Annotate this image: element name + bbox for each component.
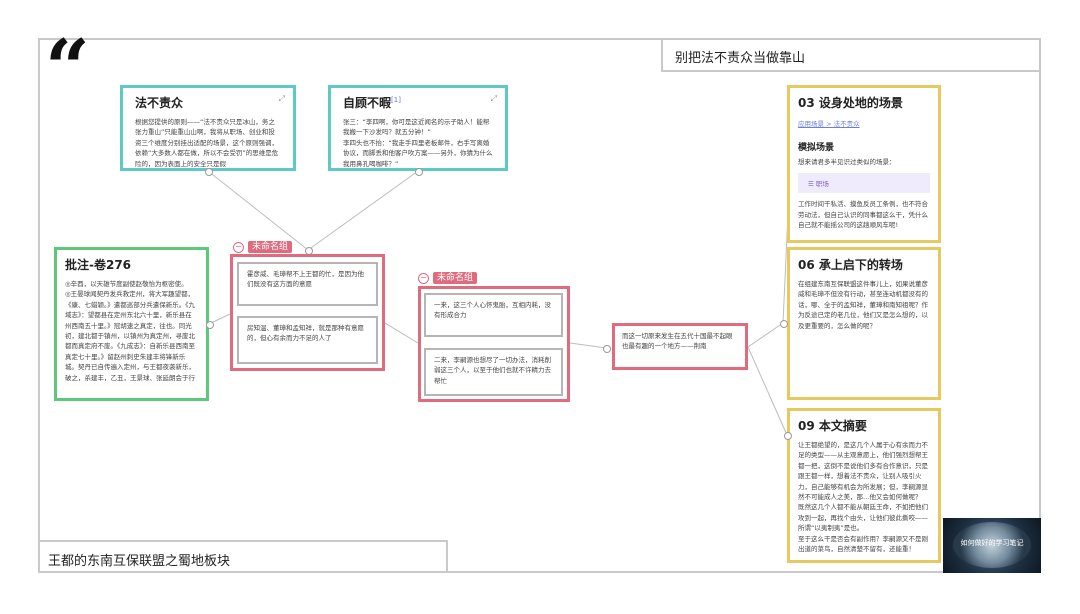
note-text: 霍彦威、毛璋帮不上王都的忙，是因为他们既没有这方面的意愿 [247,270,364,289]
note-text: 一来，这三个人心怀鬼胎，互相内耗，没有形成合力 [434,301,551,320]
category-chip[interactable]: ☰ 职场 [798,173,930,194]
note-card[interactable]: 一来，这三个人心怀鬼胎，互相内耗，没有形成合力 [424,293,563,337]
card-body: 根据您提供的原则——“法不责众只是冰山，务之张力重山”只能重山山啊，我将从职场、… [135,118,279,168]
group-tag[interactable]: − 未命名组 [418,272,478,284]
card-zigubuxia[interactable]: 自顾不暇[1] ⤢ 张三：“李四啊，你可是这近闻名的示子助人！能帮我搬一下沙发吗… [328,85,508,171]
breadcrumb-link[interactable]: 应用场景 > 法不责众 [798,118,930,128]
card-title: 批注-卷276 [65,258,132,272]
thumbnail-caption: 如何做好的学习笔记 [960,539,1024,547]
card-summary09[interactable]: 09 本文摘要 让王都绝望的，是这几个人属于心有余而力不足的类型——从主观意愿上… [787,408,941,563]
card-title: 法不责众 [135,96,184,110]
card-scene03[interactable]: 03 设身处地的场景 应用场景 > 法不责众 模拟场景 想来请君多半见识过类似的… [787,85,941,243]
card-zhuanzhe06[interactable]: 06 承上启下的转场 在组建东南互保联盟这件事儿上，如果说董彦威和毛璋不但没有行… [787,247,941,400]
card-body: 在组建东南互保联盟这件事儿上，如果说董彦威和毛璋不但没有行动，甚至连动机都没有的… [798,280,928,330]
connector-dot[interactable] [784,432,792,440]
card-subtitle: 模拟场景 [798,143,835,153]
card-title: 自顾不暇[1] [343,96,401,110]
note-text: 而这一切原来发生在五代十国最不起眼也最有趣的一个地方——荆南 [622,332,733,351]
group-label[interactable]: 未命名组 [433,272,478,284]
card-body: 工作时间干私活、摸鱼反员工条例，也不符合劳动法，但自己认识的同事都这么干，凭什么… [798,200,928,230]
footnote-ref: [1] [391,96,401,104]
card-fabuzezhong[interactable]: 法不责众 ⤢ 根据您提供的原则——“法不责众只是冰山，务之张力重山”只能重山山啊… [120,85,296,171]
connector-dot[interactable] [206,321,214,329]
card-title: 03 设身处地的场景 [798,96,903,110]
note-card[interactable]: 霍彦威、毛璋帮不上王都的忙，是因为他们既没有这方面的意愿 [237,262,378,306]
expand-icon[interactable]: ⤢ [279,94,285,104]
card-title: 06 承上启下的转场 [798,258,903,272]
note-text: 房知温、董璋和孟知祥，就是那种有意愿的，但心有余而力不足的人了 [247,324,364,343]
connector-dot[interactable] [415,168,423,176]
card-body: 张三：“李四啊，你可是这近闻名的示子助人！能帮我搬一下沙发吗？就五分钟！” 李四… [343,118,493,168]
note-card[interactable]: 二来，李嗣源也想尽了一切办法，消耗削弱这三个人，以至于他们也就不许精力去帮忙 [424,348,563,396]
center-note[interactable]: 而这一切原来发生在五代十国最不起眼也最有趣的一个地方——荆南 [612,323,748,370]
connector-dot[interactable] [780,320,788,328]
connector-dot[interactable] [205,168,213,176]
group-tag[interactable]: − 未命名组 [233,241,293,253]
card-pizhu[interactable]: 批注-卷276 ◎辛酉，以天雄节度副使赵敬怡为枢密使。 ◎王晏球闻契丹发兵救定州… [54,247,209,401]
card-lead: 想来请君多半见识过类似的场景： [798,158,896,166]
card-body: ◎辛酉，以天雄节度副使赵敬怡为枢密使。 ◎王晏球闻契丹发兵救定州，将大军趣望都，… [65,280,195,382]
collapse-group-icon[interactable]: − [233,241,244,253]
collapse-group-icon[interactable]: − [418,272,429,284]
connector-dot[interactable] [603,345,611,353]
card-body: 让王都绝望的，是这几个人属于心有余而力不足的类型——从主观意愿上，他们强烈想帮王… [798,441,928,553]
thumbnail-image[interactable]: 如何做好的学习笔记 [943,518,1041,573]
card-title: 09 本文摘要 [798,419,867,433]
note-text: 二来，李嗣源也想尽了一切办法，消耗削弱这三个人，以至于他们也就不许精力去帮忙 [434,356,551,385]
footer-title[interactable]: 王都的东南互保联盟之蜀地板块 [38,540,448,573]
group-label[interactable]: 未命名组 [248,241,293,253]
expand-icon[interactable]: ⤢ [491,94,497,104]
note-card[interactable]: 房知温、董璋和孟知祥，就是那种有意愿的，但心有余而力不足的人了 [237,316,378,364]
